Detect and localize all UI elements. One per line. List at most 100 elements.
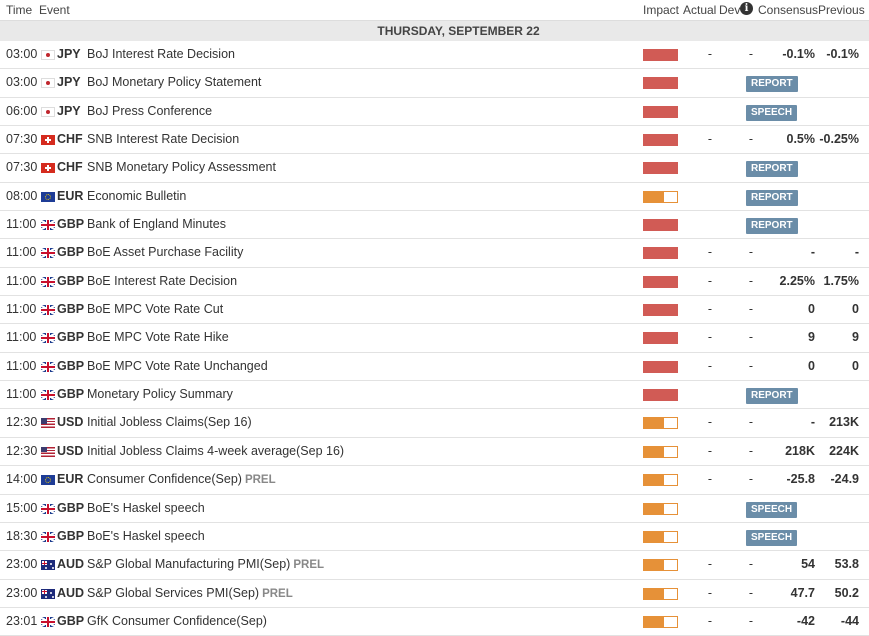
table-row[interactable]: 11:00 GBP BoE Asset Purchase Facility - - - - xyxy=(0,239,869,268)
table-row[interactable]: 11:00 GBP BoE MPC Vote Rate Hike - - 9 9 xyxy=(0,324,869,353)
table-row[interactable]: 08:00 EUR Economic Bulletin REPORT xyxy=(0,183,869,212)
event-name[interactable]: BoJ Monetary Policy Statement xyxy=(87,69,261,96)
table-row[interactable]: 12:30 USD Initial Jobless Claims(Sep 16) - -… xyxy=(0,409,869,438)
actual-value: - xyxy=(707,415,713,430)
table-row[interactable]: 23:00 AUD S&P Global Manufacturing PMI(Sep… xyxy=(0,551,869,580)
event-name[interactable]: Economic Bulletin xyxy=(87,183,186,210)
table-row[interactable]: 14:00 EUR Consumer Confidence(Sep) PREL - - -2… xyxy=(0,466,869,495)
switzerland-flag-icon xyxy=(41,135,55,146)
actual-value: - xyxy=(707,472,713,487)
table-row[interactable]: 03:00 JPY BoJ Monetary Policy Statement REP… xyxy=(0,69,869,98)
speech-button[interactable]: SPEECH xyxy=(746,501,798,518)
table-row[interactable]: 07:30 CHF SNB Monetary Policy Assessment RE… xyxy=(0,154,869,183)
event-name[interactable]: BoE's Haskel speech xyxy=(87,495,205,522)
deviation-value: - xyxy=(748,302,754,317)
event-name-text: BoE Interest Rate Decision xyxy=(87,273,238,288)
table-row[interactable]: 11:00 GBP BoE Interest Rate Decision - - 2.25… xyxy=(0,268,869,297)
info-icon[interactable]: i xyxy=(740,2,753,15)
header-previous: Previous xyxy=(818,3,865,17)
currency-code: GBP xyxy=(57,358,85,373)
table-header: Time Event Impact Actual Dev i Consensus… xyxy=(0,0,869,21)
header-consensus: Consensus xyxy=(758,3,819,17)
event-name[interactable]: BoE's Haskel speech xyxy=(87,523,205,550)
report-button[interactable]: REPORT xyxy=(746,218,798,235)
consensus-value: 47.7 xyxy=(790,585,815,600)
table-row[interactable]: 23:00 AUD S&P Global Services PMI(Sep) PREL… xyxy=(0,580,869,608)
header-impact: Impact xyxy=(643,3,680,17)
uk-flag-icon xyxy=(41,361,55,372)
impact-bar xyxy=(643,247,678,260)
event-time: 11:00 xyxy=(6,273,37,288)
event-name-text: SNB Interest Rate Decision xyxy=(87,132,240,147)
currency-code: GBP xyxy=(57,217,85,232)
table-row[interactable]: 12:30 USD Initial Jobless Claims 4-week av… xyxy=(0,438,869,467)
event-name-text: Consumer Confidence(Sep) xyxy=(87,472,242,487)
impact-bar xyxy=(643,162,678,175)
previous-value: 9 xyxy=(852,330,859,345)
event-name[interactable]: SNB Monetary Policy Assessment xyxy=(87,154,276,181)
event-name[interactable]: S&P Global Manufacturing PMI(Sep) PREL xyxy=(87,551,324,579)
consensus-value: -0.1% xyxy=(782,47,815,61)
table-row[interactable]: 11:00 GBP BoE MPC Vote Rate Unchanged - - 0 0 xyxy=(0,353,869,382)
day-header: THURSDAY, SEPTEMBER 22 xyxy=(0,21,869,41)
event-name[interactable]: BoE MPC Vote Rate Unchanged xyxy=(87,353,268,380)
uk-flag-icon xyxy=(41,333,55,344)
actual-value: - xyxy=(707,557,713,572)
table-row[interactable]: 06:00 JPY BoJ Press Conference SPEECH xyxy=(0,98,869,127)
actual-value: - xyxy=(707,613,713,628)
event-time: 23:00 xyxy=(6,585,38,600)
table-row[interactable]: 03:00 JPY BoJ Interest Rate Decision - - -0.1… xyxy=(0,41,869,70)
impact-bar xyxy=(643,77,678,90)
speech-button[interactable]: SPEECH xyxy=(746,104,798,121)
table-row[interactable]: 18:30 GBP BoE's Haskel speech SPEECH xyxy=(0,523,869,552)
event-name[interactable]: BoE Asset Purchase Facility xyxy=(87,239,243,266)
currency-code: AUD xyxy=(57,557,85,572)
actual-value: - xyxy=(707,302,713,317)
deviation-value: - xyxy=(748,472,754,487)
report-button[interactable]: REPORT xyxy=(746,161,798,178)
table-row[interactable]: 15:00 GBP BoE's Haskel speech SPEECH xyxy=(0,495,869,523)
event-name[interactable]: BoE Interest Rate Decision xyxy=(87,268,237,295)
actual-value: - xyxy=(707,330,713,345)
event-name-text: SNB Monetary Policy Assessment xyxy=(87,160,276,175)
table-row[interactable]: 11:00 GBP BoE MPC Vote Rate Cut - - 0 0 xyxy=(0,296,869,325)
table-row[interactable]: 07:30 CHF SNB Interest Rate Decision - - 0.5%… xyxy=(0,126,869,155)
speech-button[interactable]: SPEECH xyxy=(746,529,798,546)
report-button[interactable]: REPORT xyxy=(746,388,798,405)
table-row[interactable]: 11:00 GBP Bank of England Minutes REPORT xyxy=(0,211,869,240)
uk-flag-icon xyxy=(41,276,55,287)
event-time: 08:00 xyxy=(6,188,38,203)
event-name[interactable]: Consumer Confidence(Sep) PREL xyxy=(87,466,276,494)
table-row[interactable]: 23:01 GBP GfK Consumer Confidence(Sep) - - -4… xyxy=(0,608,869,636)
previous-value: -0.25% xyxy=(819,132,859,147)
event-name[interactable]: Bank of England Minutes xyxy=(87,211,226,238)
currency-code: GBP xyxy=(57,528,85,543)
table-row[interactable]: 11:00 GBP Monetary Policy Summary REPORT xyxy=(0,381,869,410)
impact-bar xyxy=(643,445,678,458)
event-name[interactable]: BoJ Press Conference xyxy=(87,98,212,125)
impact-bar xyxy=(643,615,678,628)
currency-code: GBP xyxy=(57,387,85,402)
eu-flag-icon xyxy=(41,475,55,486)
event-time: 23:00 xyxy=(6,557,38,572)
event-name[interactable]: Monetary Policy Summary xyxy=(87,381,233,408)
currency-code: AUD xyxy=(57,585,85,600)
report-button[interactable]: REPORT xyxy=(746,76,798,93)
event-name[interactable]: BoJ Interest Rate Decision xyxy=(87,41,235,68)
event-name[interactable]: SNB Interest Rate Decision xyxy=(87,126,239,153)
us-flag-icon xyxy=(41,446,55,457)
event-time: 11:00 xyxy=(6,330,37,345)
event-name[interactable]: BoE MPC Vote Rate Hike xyxy=(87,324,229,351)
event-name[interactable]: Initial Jobless Claims(Sep 16) xyxy=(87,409,252,436)
deviation-value: - xyxy=(748,557,754,572)
event-time: 03:00 xyxy=(6,75,38,90)
event-name[interactable]: GfK Consumer Confidence(Sep) xyxy=(87,608,267,635)
event-name[interactable]: Initial Jobless Claims 4-week average(Se… xyxy=(87,438,344,465)
event-name-text: BoE MPC Vote Rate Unchanged xyxy=(87,358,268,373)
report-button[interactable]: REPORT xyxy=(746,189,798,206)
event-name[interactable]: BoE MPC Vote Rate Cut xyxy=(87,296,223,323)
japan-flag-icon xyxy=(41,78,55,89)
event-name[interactable]: S&P Global Services PMI(Sep) PREL xyxy=(87,580,293,608)
event-name-text: Bank of England Minutes xyxy=(87,217,226,232)
previous-value: 213K xyxy=(829,415,859,430)
